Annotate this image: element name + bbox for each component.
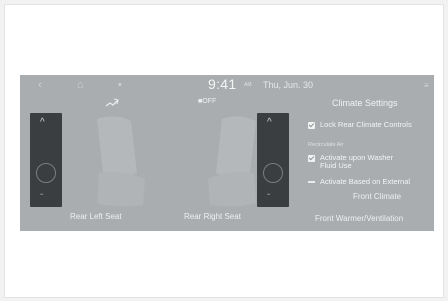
rear-left-seat-label[interactable]: Rear Left Seat [70, 212, 122, 221]
home-icon[interactable]: ⌂ [77, 79, 84, 91]
left-seat-illustration [97, 116, 145, 207]
chevron-up-icon[interactable]: ^ [40, 117, 45, 128]
rear-right-seat-control[interactable]: ^ ˇ [257, 113, 289, 207]
chevron-up-icon[interactable]: ^ [267, 117, 272, 128]
chevron-down-icon[interactable]: ˇ [40, 193, 43, 204]
external-label: Activate Based on External [320, 177, 411, 186]
back-arrow-icon[interactable]: ‹ [38, 79, 42, 91]
lock-rear-climate-option[interactable]: Lock Rear Climate Controls [308, 121, 412, 129]
climate-screen: ‹ ⌂ • 9:41 AM Thu, Jun. 30 ≡ ■OFF ^ ˇ ^ … [20, 75, 434, 231]
seat-dial[interactable] [263, 163, 283, 183]
fan-off-label: OFF [202, 98, 217, 105]
checkbox-checked[interactable] [308, 155, 315, 162]
rear-left-seat-control[interactable]: ^ ˇ [30, 113, 62, 207]
option-dash [308, 181, 315, 183]
clock-time: 9:41 [208, 76, 237, 92]
fan-off-toggle[interactable]: ■OFF [198, 98, 216, 105]
washer-label: Activate upon Washer Fluid Use [320, 153, 394, 170]
recirculate-air-heading: Recirculate Air [308, 142, 344, 148]
external-option[interactable]: Activate Based on External [308, 178, 410, 186]
power-icon[interactable]: • [118, 79, 122, 91]
menu-icon[interactable]: ≡ [424, 81, 429, 90]
status-date: Thu, Jun. 30 [263, 80, 314, 90]
checkbox-checked[interactable] [308, 122, 315, 129]
status-bar: ‹ ⌂ • 9:41 AM Thu, Jun. 30 ≡ [20, 75, 434, 95]
front-climate-button[interactable]: Front Climate [353, 192, 401, 201]
fan-icon[interactable] [105, 98, 119, 108]
washer-option[interactable]: Activate upon Washer Fluid Use [308, 154, 393, 170]
clock-ampm: AM [244, 82, 252, 88]
lock-rear-label: Lock Rear Climate Controls [320, 120, 412, 129]
chevron-down-icon[interactable]: ˇ [267, 193, 270, 204]
seat-dial[interactable] [36, 163, 56, 183]
rear-right-seat-label[interactable]: Rear Right Seat [184, 212, 241, 221]
front-warmer-ventilation-button[interactable]: Front Warmer/Ventilation [315, 214, 403, 223]
climate-settings-title: Climate Settings [332, 98, 398, 108]
